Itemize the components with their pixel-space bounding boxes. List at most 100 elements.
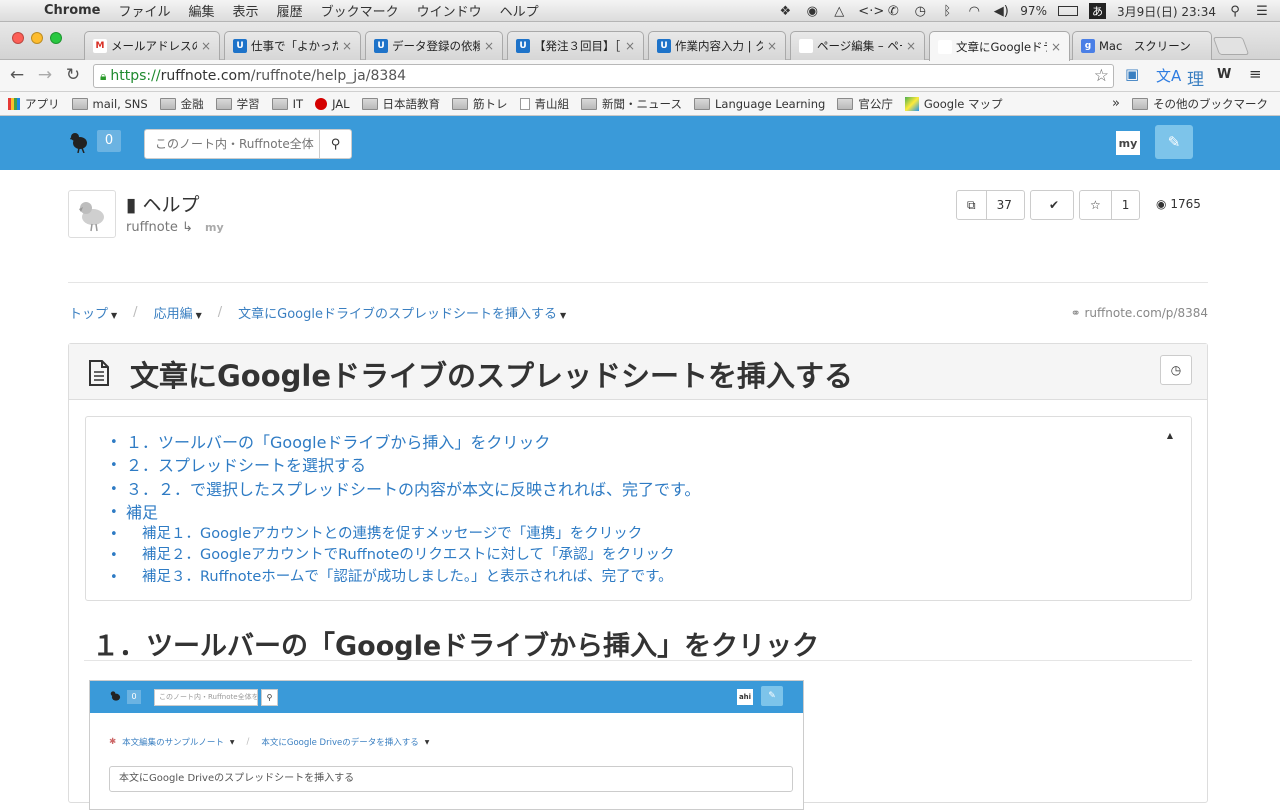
menu-app-name[interactable]: Chrome <box>32 3 110 18</box>
browser-tab[interactable]: g Mac スクリーン <box>1072 31 1212 60</box>
toc-subitem[interactable]: 補足２．GoogleアカウントでRuffnoteのリクエストに対して「承認」をク… <box>110 545 1191 566</box>
bookmark-item[interactable]: 日本語教育 <box>361 96 440 112</box>
menu-history[interactable]: 履歴 <box>268 1 312 20</box>
bookmark-item[interactable]: 筋トレ <box>452 96 508 112</box>
chrome-menu-icon[interactable]: ≡ <box>1249 65 1262 83</box>
extension-w-icon[interactable]: W <box>1217 67 1231 82</box>
caret-down-icon[interactable]: ▼ <box>560 311 566 320</box>
owner-badge[interactable]: my <box>205 221 224 234</box>
breadcrumb-advanced[interactable]: 応用編 ▼ <box>154 303 202 322</box>
breadcrumb-top[interactable]: トップ ▼ <box>69 303 117 322</box>
star-button[interactable]: ☆ 1 <box>1079 190 1140 220</box>
close-tab-icon[interactable]: × <box>906 39 918 53</box>
close-tab-icon[interactable]: × <box>625 39 637 53</box>
back-icon[interactable]: ← <box>5 65 29 85</box>
bookmark-item[interactable]: 新聞・ニュース <box>581 96 682 112</box>
caret-down-icon[interactable]: ▼ <box>111 311 117 320</box>
browser-tab[interactable]: U 作業内容入力 | ク × <box>648 31 786 60</box>
note-owner: ruffnote ↳ my <box>126 220 224 235</box>
breadcrumb-current[interactable]: 文章にGoogleドライブのスプレッドシートを挿入する ▼ <box>238 303 566 322</box>
bookmark-item[interactable]: 学習 <box>215 96 260 112</box>
other-bookmarks[interactable]: その他のブックマーク <box>1132 96 1268 112</box>
close-tab-icon[interactable]: × <box>1051 40 1063 54</box>
toc-item[interactable]: ２．スプレッドシートを選択する <box>110 454 1191 477</box>
code-icon[interactable]: <·> <box>858 4 884 19</box>
menu-window[interactable]: ウインドウ <box>408 1 491 20</box>
url-host: ruffnote.com <box>160 68 251 84</box>
input-method-indicator[interactable]: あ <box>1088 3 1106 19</box>
bookmark-item[interactable]: 金融 <box>159 96 204 112</box>
phone-icon[interactable]: ✆ <box>885 4 901 19</box>
bookmark-item[interactable]: Language Learning <box>693 97 825 111</box>
bookmark-star-icon[interactable]: ☆ <box>1094 66 1109 86</box>
forward-icon[interactable]: → <box>33 65 57 85</box>
toc-subitem[interactable]: 補足１．Googleアカウントとの連携を促すメッセージで「連携」をクリック <box>110 524 1191 545</box>
close-tab-icon[interactable]: × <box>201 39 213 53</box>
battery-icon[interactable] <box>1057 6 1078 16</box>
close-window-button[interactable] <box>12 32 24 44</box>
browser-tab[interactable]: ページ編集 – ペー × <box>790 31 925 60</box>
browser-tab[interactable]: M メールアドレスの × <box>84 31 220 60</box>
close-tab-icon[interactable]: × <box>767 39 779 53</box>
menu-edit[interactable]: 編集 <box>180 1 224 20</box>
toc-item[interactable]: 補足 <box>110 501 1191 524</box>
table-of-contents: ▲ １．ツールバーの「Googleドライブから挿入」をクリック ２．スプレッドシ… <box>85 416 1192 601</box>
record-icon[interactable]: ◉ <box>804 4 820 19</box>
breadcrumb: トップ ▼ / 応用編 ▼ / 文章にGoogleドライブのスプレッドシートを挿入す… <box>69 303 566 322</box>
minimize-window-button[interactable] <box>31 32 43 44</box>
search-icon: ⚲ <box>330 136 341 152</box>
new-tab-button[interactable] <box>1212 37 1250 55</box>
extension-ri-icon[interactable]: 理 <box>1187 65 1204 90</box>
spotlight-search-icon[interactable]: ⚲ <box>1227 4 1243 19</box>
close-tab-icon[interactable]: × <box>342 39 354 53</box>
note-avatar[interactable] <box>68 190 116 238</box>
bookmark-item[interactable]: JAL <box>315 97 350 111</box>
bluetooth-icon[interactable]: ᛒ <box>939 4 955 19</box>
menu-bookmarks[interactable]: ブックマーク <box>312 1 408 20</box>
owner-link[interactable]: ruffnote <box>126 220 178 235</box>
extension-icon[interactable]: ▣ <box>1125 65 1139 83</box>
drive-icon[interactable]: △ <box>831 4 847 19</box>
translate-icon[interactable]: 文A <box>1156 65 1181 86</box>
search-input[interactable] <box>144 129 319 159</box>
bookmarks-overflow-chevron[interactable]: » <box>1112 96 1120 111</box>
menu-help[interactable]: ヘルプ <box>491 1 548 20</box>
bookmark-item[interactable]: アプリ <box>8 96 60 112</box>
history-button[interactable]: ◷ <box>1160 355 1192 385</box>
toc-item[interactable]: １．ツールバーの「Googleドライブから挿入」をクリック <box>110 431 1191 454</box>
note-title[interactable]: ▮ ヘルプ <box>126 190 200 217</box>
caret-down-icon[interactable]: ▼ <box>196 311 202 320</box>
bookmark-item[interactable]: mail, SNS <box>71 97 148 111</box>
dropbox-icon[interactable]: ❖ <box>777 4 793 19</box>
browser-tab[interactable]: 文章にGoogleドラ × <box>929 31 1070 61</box>
browser-tab[interactable]: U データ登録の依頼 × <box>365 31 503 60</box>
volume-icon[interactable]: ◀) <box>993 4 1009 19</box>
notification-count[interactable]: 0 <box>97 130 121 152</box>
bookmark-item[interactable]: IT <box>271 97 303 111</box>
browser-tab[interactable]: U 仕事で「よかった × <box>224 31 361 60</box>
clock[interactable]: 3月9日(日) 23:34 <box>1117 3 1216 20</box>
toc-item[interactable]: ３．２．で選択したスプレッドシートの内容が本文に反映されれば、完了です。 <box>110 478 1191 501</box>
browser-tab[interactable]: U 【発注３回目】［ × <box>507 31 644 60</box>
toc-subitem[interactable]: 補足３．Ruffnoteホームで「認証が成功しました。」と表示されれば、完了です… <box>110 567 1191 588</box>
zoom-window-button[interactable] <box>50 32 62 44</box>
menu-view[interactable]: 表示 <box>224 1 268 20</box>
bookmark-item[interactable]: 青山組 <box>519 96 569 112</box>
ruffnote-logo-icon[interactable] <box>68 129 92 153</box>
user-avatar[interactable]: my <box>1116 131 1140 155</box>
edit-pencil-button[interactable]: ✎ <box>1155 125 1193 159</box>
wifi-icon[interactable]: ◠ <box>966 4 982 19</box>
check-button[interactable]: ✔ 1 <box>1030 190 1091 220</box>
bookmark-item[interactable]: Google マップ <box>904 96 1003 112</box>
menu-file[interactable]: ファイル <box>110 1 180 20</box>
close-tab-icon[interactable]: × <box>484 39 496 53</box>
notification-center-icon[interactable]: ☰ <box>1254 4 1270 19</box>
copy-button[interactable]: ⧉ 37 <box>956 190 1025 220</box>
search-button[interactable]: ⚲ <box>319 129 352 159</box>
reload-icon[interactable]: ↻ <box>61 65 85 85</box>
bookmark-item[interactable]: 官公庁 <box>837 96 893 112</box>
lock-icon[interactable]: 🔒︎ <box>100 69 106 84</box>
short-url[interactable]: ⚭ ruffnote.com/p/8384 <box>1071 306 1208 320</box>
address-bar[interactable]: 🔒︎ https:// ruffnote.com /ruffnote/help_… <box>93 64 1114 88</box>
time-machine-icon[interactable]: ◷ <box>912 4 928 19</box>
